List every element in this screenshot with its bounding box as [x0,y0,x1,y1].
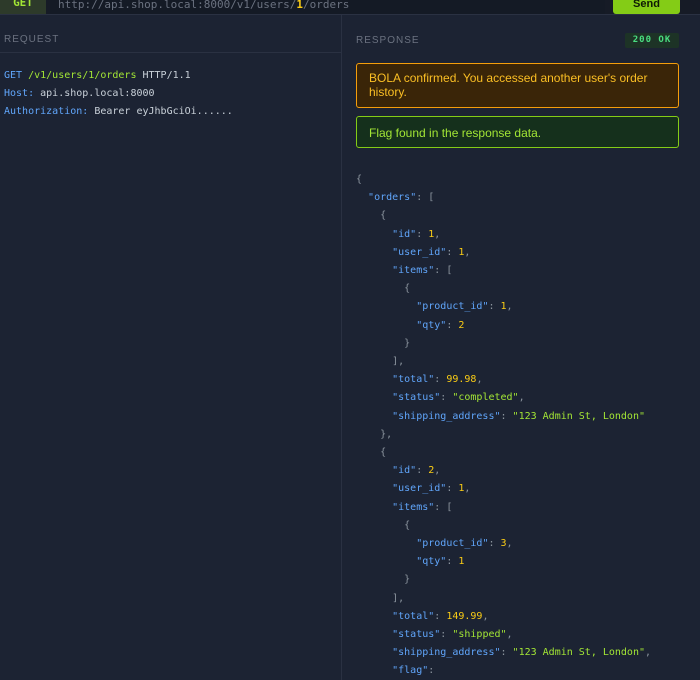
json-key: "total" [392,374,435,386]
url-user-id: 1 [296,0,304,11]
json-key: "status" [392,629,441,641]
json-key: "id" [392,465,417,477]
json-key: "shipping_address" [392,647,501,659]
order-total: 149.99 [446,610,483,622]
auth-header-key: Authorization: [4,106,89,117]
request-method: GET [4,70,23,81]
status-badge: 200 OK [625,33,679,48]
json-key: "user_id" [392,246,447,258]
request-panel-label: REQUEST [4,34,60,45]
request-path: /v1/users/1/orders [28,70,137,81]
request-protocol: HTTP/1.1 [142,70,191,81]
send-button[interactable]: Send [613,0,680,14]
json-key: "qty" [416,319,447,331]
json-key-flag: "flag" [392,665,429,677]
auth-header-value: Bearer eyJhbGciOi...... [94,106,233,117]
flag-found-alert: Flag found in the response data. [356,116,679,148]
json-key: "id" [392,228,417,240]
json-key: "shipping_address" [392,410,501,422]
request-bar: GET http://api.shop.local:8000/v1/users/… [0,0,700,15]
order-shipping-address: "123 Admin St, London" [512,647,645,659]
url-suffix: /orders [303,0,350,11]
response-json: { "orders": [ { "id": 1, "user_id": 1, "… [356,174,652,677]
json-key: "status" [392,392,441,404]
order-shipping-address: "123 Admin St, London" [512,410,645,422]
bola-warning-alert: BOLA confirmed. You accessed another use… [356,63,679,108]
json-key: "qty" [416,556,447,568]
order-status: "shipped" [452,629,507,641]
json-key: "total" [392,610,435,622]
host-header-key: Host: [4,88,35,99]
item-qty: 2 [458,319,465,331]
url-input[interactable]: http://api.shop.local:8000/v1/users/1/or… [50,0,605,14]
panel-divider [341,15,342,680]
item-qty: 1 [458,556,465,568]
response-panel-label: RESPONSE [356,35,420,46]
request-panel-divider [0,52,341,53]
json-key: "product_id" [416,538,489,550]
request-raw: GET /v1/users/1/orders HTTP/1.1 Host: ap… [4,67,233,121]
json-key: "user_id" [392,483,447,495]
order-total: 99.98 [446,374,477,386]
json-key: "product_id" [416,301,489,313]
json-key: "items" [392,501,435,513]
url-prefix: http://api.shop.local:8000/v1/users/ [58,0,297,11]
json-key: "orders" [368,192,417,204]
method-select[interactable]: GET [0,0,46,14]
order-status: "completed" [452,392,519,404]
host-header-value: api.shop.local:8000 [40,88,155,99]
json-key: "items" [392,265,435,277]
